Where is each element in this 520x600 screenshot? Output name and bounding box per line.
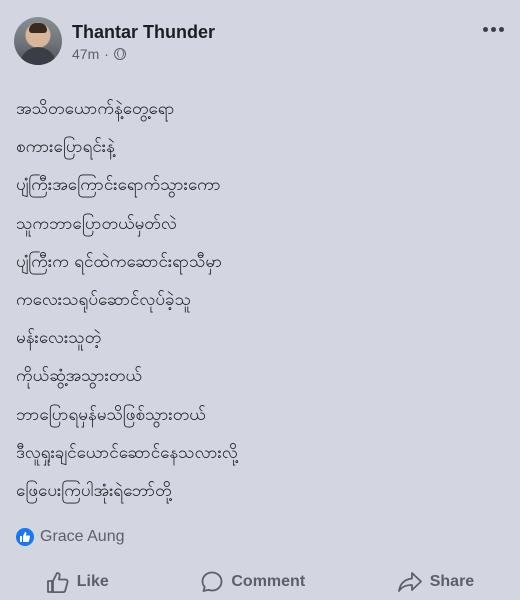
comment-button[interactable]: Comment bbox=[200, 570, 305, 594]
post-line: ကိုယ်ဆွံ့အသွားတယ် bbox=[16, 366, 142, 387]
more-dot bbox=[491, 27, 496, 32]
post-meta: 47m · bbox=[72, 46, 126, 62]
comment-label: Comment bbox=[231, 572, 306, 590]
post-line: ပျံကြီးက ရင်ထဲကဆောင်းရာသီမှာ bbox=[16, 251, 223, 272]
reactor-name: Grace Aung bbox=[40, 528, 125, 545]
avatar-hair bbox=[29, 23, 47, 33]
share-icon bbox=[397, 571, 422, 592]
avatar[interactable] bbox=[14, 17, 62, 65]
like-reaction-icon bbox=[16, 528, 34, 546]
post-line: ဖြေပေးကြပါအုံးရဲဘော်တို့ bbox=[16, 480, 172, 501]
post-line: ဘာပြောရမှန်မသိဖြစ်သွားတယ် bbox=[16, 404, 206, 425]
more-options-icon[interactable] bbox=[483, 27, 504, 32]
post-text: အသိတယောက်နဲ့တွေ့ရော စကားပြောရင်းနဲ့ ပျံက… bbox=[16, 90, 496, 510]
post-line: ကလေးသရုပ်ဆောင်လုပ်ခဲ့သူ bbox=[16, 289, 192, 310]
meta-separator: · bbox=[104, 46, 109, 62]
action-bar: Like Comment Share bbox=[0, 563, 520, 600]
post-line: ပျံကြီးအကြောင်းရောက်သွားကော bbox=[16, 175, 221, 196]
more-dot bbox=[483, 27, 488, 32]
post-line: မန်းလေးသူတဲ့ bbox=[16, 328, 102, 349]
share-button[interactable]: Share bbox=[397, 571, 474, 593]
post-line: စကားပြောရင်းနဲ့ bbox=[16, 137, 115, 158]
thumbs-up-icon bbox=[46, 571, 69, 593]
avatar-shoulders bbox=[20, 47, 56, 65]
post-line: ဒီလူရှုးချင်ယောင်ဆောင်နေသလားလို့ bbox=[16, 442, 238, 463]
globe-icon bbox=[113, 48, 126, 60]
reaction-summary[interactable]: Grace Aung bbox=[16, 528, 125, 546]
post-time[interactable]: 47m bbox=[72, 46, 99, 62]
like-label: Like bbox=[76, 572, 109, 590]
share-label: Share bbox=[429, 572, 475, 590]
post-header: Thantar Thunder 47m · bbox=[0, 0, 520, 70]
author-name[interactable]: Thantar Thunder bbox=[72, 22, 215, 43]
more-dot bbox=[499, 27, 504, 32]
post-line: အသိတယောက်နဲ့တွေ့ရော bbox=[16, 99, 175, 119]
comment-icon bbox=[201, 571, 223, 592]
post-line: သူကဘာပြောတယ်မှတ်လဲ bbox=[16, 213, 177, 234]
like-button[interactable]: Like bbox=[46, 571, 109, 593]
